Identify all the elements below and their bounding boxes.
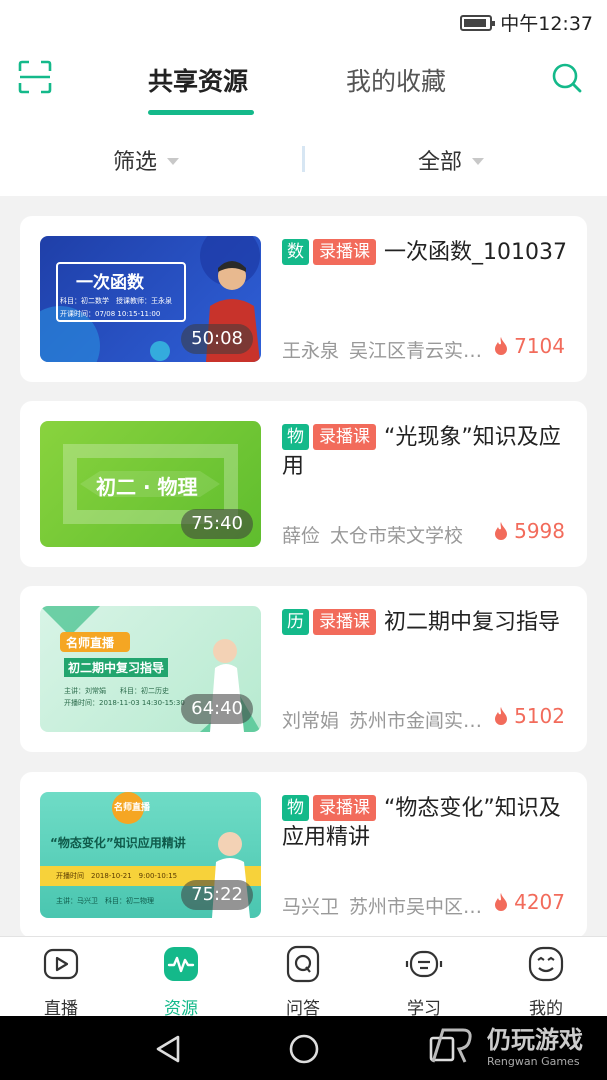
thumbnail-time: 开播时间：2018-11-03 14:30-15:30 [64, 699, 185, 707]
view-count: 7104 [494, 334, 565, 358]
nav-item-me[interactable]: 我的 [506, 945, 586, 1019]
teacher-name: 马兴卫 [282, 896, 340, 918]
flame-icon [495, 893, 508, 911]
home-icon[interactable] [288, 1033, 320, 1065]
school-name: 太仓市荣文学校 [330, 525, 464, 547]
course-thumbnail[interactable]: 初二 · 物理 75:40 [40, 421, 261, 547]
nav-item-study[interactable]: 学习 [384, 945, 464, 1019]
view-count: 5998 [494, 519, 565, 543]
bottom-nav: 直播 资源 问答 学习 我的 [0, 936, 607, 1019]
watermark-en: Rengwan Games [487, 1055, 580, 1068]
nav-item-resources[interactable]: 资源 [141, 945, 221, 1019]
thumbnail-title: 初二 · 物理 [96, 475, 198, 499]
video-duration: 75:22 [181, 880, 253, 910]
caret-down-icon [472, 157, 485, 165]
filter-label: 筛选 [113, 150, 158, 175]
watermark-logo [431, 1028, 472, 1063]
course-meta: 马兴卫 苏州市吴中区… [282, 892, 492, 919]
view-count: 5102 [494, 704, 565, 728]
teacher-name: 王永泉 [282, 340, 340, 362]
teacher-name: 刘常娟 [282, 710, 340, 732]
school-name: 苏州市吴中区… [349, 896, 483, 918]
tab-shared-resources[interactable]: 共享资源 [148, 62, 248, 98]
video-duration: 75:40 [181, 509, 253, 539]
school-name: 苏州市金阊实… [349, 710, 483, 732]
course-title-block: 数录播课 一次函数_101037 [282, 238, 567, 267]
robot-icon [405, 950, 443, 978]
video-icon [43, 948, 79, 980]
course-thumbnail[interactable]: 名师直播 初二期中复习指导 主讲：刘常娟 科目：初二历史 开播时间：2018-1… [40, 606, 261, 732]
course-meta: 刘常娟 苏州市金阊实… [282, 706, 492, 733]
subject-tag: 物 [282, 424, 309, 450]
watermark-cn: 仍玩游戏 [487, 1026, 583, 1054]
watermark: 仍玩游戏 Rengwan Games [429, 1020, 583, 1068]
course-meta: 王永泉 吴江区青云实… [282, 336, 492, 363]
battery-icon [460, 14, 496, 31]
subject-tag: 数 [282, 239, 309, 265]
view-count-value: 5998 [514, 519, 565, 543]
flame-icon [495, 522, 508, 540]
filter-divider [302, 146, 305, 172]
status-bar: 中午12:37 [0, 0, 607, 42]
thumbnail-time: 开播时间 2018-10-21 9:00-10:15 [56, 872, 178, 880]
back-icon[interactable] [154, 1034, 182, 1064]
waveform-icon [164, 947, 198, 981]
thumbnail-title: 初二期中复习指导 [64, 658, 169, 677]
nav-item-qa[interactable]: 问答 [263, 945, 343, 1019]
course-title: 一次函数_101037 [384, 240, 567, 265]
course-card[interactable]: 一次函数 科目：初二数学 授课教师：王永泉 开课时间：07/08 10:15-1… [20, 216, 587, 382]
nav-item-live[interactable]: 直播 [21, 945, 101, 1019]
teacher-name: 薛俭 [282, 525, 321, 547]
type-tag: 录播课 [313, 424, 376, 450]
filter-dropdown[interactable]: 筛选 [113, 144, 180, 176]
q-icon [286, 945, 320, 983]
thumbnail-time: 开课时间：07/08 10:15-11:00 [60, 310, 161, 318]
active-tab-indicator [148, 110, 254, 115]
flame-icon [495, 337, 508, 355]
course-card[interactable]: 名师直播 初二期中复习指导 主讲：刘常娟 科目：初二历史 开播时间：2018-1… [20, 586, 587, 752]
filter-bar: 筛选 全部 [0, 126, 607, 196]
smiley-icon [528, 946, 564, 982]
course-title-block: 物录播课 “光现象”知识及应用 [282, 423, 567, 481]
thumbnail-banner: 名师直播 [66, 636, 115, 650]
tab-my-favorites[interactable]: 我的收藏 [346, 62, 446, 98]
course-thumbnail[interactable]: 名师直播 “物态变化”知识应用精讲 开播时间 2018-10-21 9:00-1… [40, 792, 261, 918]
view-count-value: 4207 [514, 890, 565, 914]
course-title-block: 物录播课 “物态变化”知识及应用精讲 [282, 794, 567, 852]
video-duration: 64:40 [181, 694, 253, 724]
course-meta: 薛俭 太仓市荣文学校 [282, 521, 492, 548]
course-title: 初二期中复习指导 [384, 610, 561, 635]
course-title-block: 历录播课 初二期中复习指导 [282, 608, 567, 637]
thumbnail-title: “物态变化”知识应用精讲 [50, 836, 186, 850]
course-card[interactable]: 初二 · 物理 75:40 物录播课 “光现象”知识及应用 薛俭 太仓市荣文学校 5… [20, 401, 587, 567]
view-count-value: 7104 [514, 334, 565, 358]
header: 共享资源 我的收藏 [0, 42, 607, 126]
course-card[interactable]: 名师直播 “物态变化”知识应用精讲 开播时间 2018-10-21 9:00-1… [20, 772, 587, 938]
course-thumbnail[interactable]: 一次函数 科目：初二数学 授课教师：王永泉 开课时间：07/08 10:15-1… [40, 236, 261, 362]
thumbnail-title: 一次函数 [76, 273, 144, 293]
flame-icon [495, 707, 508, 725]
type-tag: 录播课 [313, 609, 376, 635]
school-name: 吴江区青云实… [349, 340, 483, 362]
type-tag: 录播课 [313, 239, 376, 265]
thumbnail-subtitle: 主讲：马兴卫 科目：初二物理 [56, 897, 154, 905]
category-dropdown[interactable]: 全部 [418, 144, 485, 176]
caret-down-icon [167, 157, 180, 165]
system-nav-bar: 仍玩游戏 Rengwan Games [0, 1016, 607, 1080]
scan-icon[interactable] [18, 60, 52, 94]
thumbnail-subtitle: 科目：初二数学 授课教师：王永泉 [60, 297, 172, 305]
subject-tag: 历 [282, 609, 309, 635]
status-time: 中午12:37 [500, 13, 593, 35]
view-count: 4207 [494, 890, 565, 914]
type-tag: 录播课 [313, 795, 376, 821]
search-icon[interactable] [551, 62, 583, 94]
thumbnail-banner: 名师直播 [114, 803, 151, 813]
video-duration: 50:08 [181, 324, 253, 354]
status-right: 中午12:37 [460, 9, 593, 36]
subject-tag: 物 [282, 795, 309, 821]
thumbnail-subtitle: 主讲：刘常娟 科目：初二历史 [64, 687, 169, 695]
view-count-value: 5102 [514, 704, 565, 728]
category-label: 全部 [418, 150, 463, 175]
